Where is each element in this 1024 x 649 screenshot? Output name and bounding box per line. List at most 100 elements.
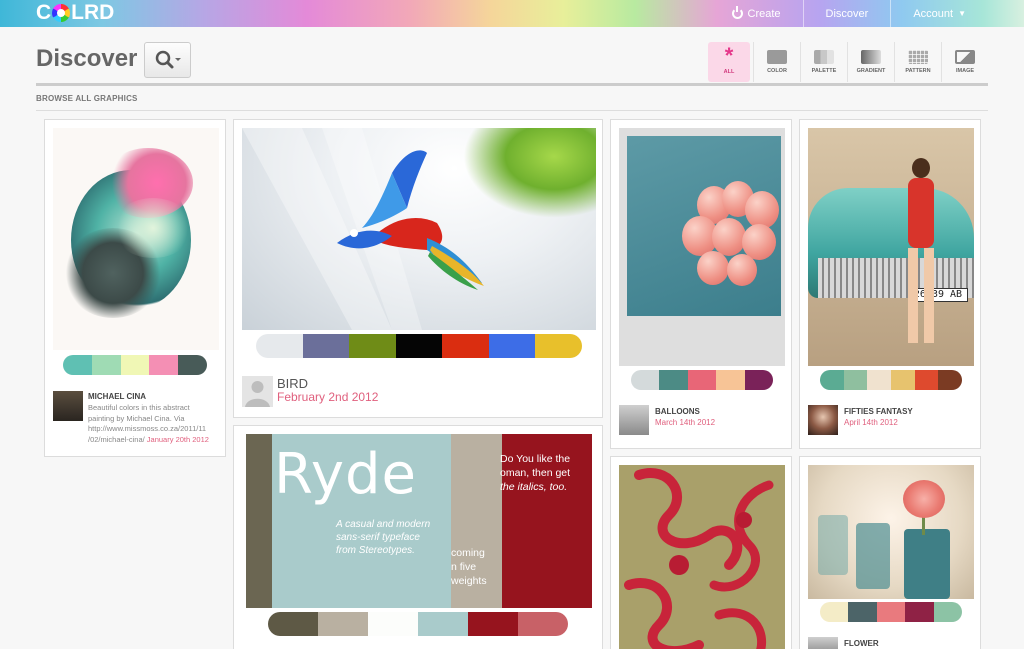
card-title[interactable]: BIRD <box>277 376 308 391</box>
image-icon <box>955 50 975 64</box>
red-line: Do You like the <box>500 453 571 465</box>
filter-bar: * ALL COLOR PALETTE GRADIENT PATTERN IMA… <box>708 42 988 82</box>
swatch[interactable] <box>468 612 518 636</box>
create-label: Create <box>747 7 781 20</box>
swatch[interactable] <box>744 370 773 390</box>
section-divider <box>36 110 988 111</box>
desc-url-tail: /02/michael-cina/ <box>88 434 145 444</box>
swatch[interactable] <box>914 370 939 390</box>
swatch[interactable] <box>905 602 934 622</box>
swatch[interactable] <box>120 355 150 375</box>
swatch[interactable] <box>867 370 892 390</box>
swatch[interactable] <box>349 334 396 358</box>
card-balloons[interactable]: BALLOONS March 14th 2012 <box>610 119 792 449</box>
card-flower[interactable]: FLOWER <box>799 456 981 649</box>
filter-image[interactable]: IMAGE <box>941 42 988 82</box>
card-title[interactable]: FIFTIES FANTASY <box>844 407 913 416</box>
swatch[interactable] <box>395 334 443 358</box>
swatch[interactable] <box>418 612 468 636</box>
card-bird[interactable]: BIRD February 2nd 2012 <box>233 119 603 418</box>
card-damask[interactable] <box>610 456 792 649</box>
swatch[interactable] <box>659 370 688 390</box>
filter-label: PATTERN <box>905 68 931 74</box>
card-ryde[interactable]: Ryde A casual and modern sans-serif type… <box>233 425 603 649</box>
asterisk-icon: * <box>724 43 734 68</box>
color-palette[interactable] <box>820 602 962 622</box>
color-wheel-icon <box>52 4 71 22</box>
card-date: January 20th 2012 <box>146 434 209 444</box>
ryde-title: Ryde <box>274 442 417 507</box>
card-michael-cina[interactable]: MICHAEL CINA Beautiful colors in this ab… <box>44 119 226 457</box>
card-date: February 2nd 2012 <box>277 390 379 404</box>
red-line: the italics, too. <box>500 481 568 493</box>
artwork-image[interactable] <box>808 465 974 599</box>
artwork-image[interactable] <box>53 128 219 350</box>
section-label: BROWSE ALL GRAPHICS <box>36 94 138 103</box>
swatch[interactable] <box>318 612 368 636</box>
artwork-image[interactable] <box>619 128 785 366</box>
swatch[interactable] <box>938 370 962 390</box>
swatch[interactable] <box>368 612 418 636</box>
swatch[interactable] <box>631 370 660 390</box>
swatch[interactable] <box>843 370 868 390</box>
power-icon <box>731 6 743 19</box>
ryde-tagline: A casual and modern sans-serif typeface … <box>336 518 430 557</box>
swatch[interactable] <box>687 370 717 390</box>
card-author[interactable]: MICHAEL CINA <box>88 392 146 401</box>
filter-label: PALETTE <box>811 68 837 74</box>
card-fifties-fantasy[interactable]: 26-39 AB FIFTIES FANTASY April 14th 2012 <box>799 119 981 449</box>
color-palette[interactable] <box>820 370 962 390</box>
filter-pattern[interactable]: PATTERN <box>894 42 941 82</box>
color-palette[interactable] <box>256 334 582 358</box>
ryde-red-text: Do You like the oman, then get the itali… <box>500 452 570 494</box>
search-icon <box>155 50 181 69</box>
artwork-image[interactable] <box>242 128 596 330</box>
swatch[interactable] <box>91 355 121 375</box>
swatch[interactable] <box>820 370 844 390</box>
artwork-image[interactable]: Ryde A casual and modern sans-serif type… <box>246 434 592 608</box>
swatch[interactable] <box>933 602 962 622</box>
colrd-logo[interactable]: C LRD <box>36 1 114 24</box>
avatar[interactable] <box>619 405 649 435</box>
artwork-image[interactable]: 26-39 AB <box>808 128 974 366</box>
filter-color[interactable]: COLOR <box>753 42 800 82</box>
swatch[interactable] <box>488 334 536 358</box>
filter-label: ALL <box>723 69 735 75</box>
pattern-grid-icon <box>908 50 928 64</box>
swatch[interactable] <box>442 334 489 358</box>
color-swatch-icon <box>767 50 787 64</box>
filter-gradient[interactable]: GRADIENT <box>847 42 894 82</box>
swatch[interactable] <box>876 602 906 622</box>
card-title[interactable]: FLOWER <box>844 639 879 648</box>
swatch[interactable] <box>518 612 568 636</box>
search-button[interactable] <box>144 42 191 78</box>
create-link[interactable]: Create <box>710 0 803 27</box>
swatch[interactable] <box>848 602 877 622</box>
swatch[interactable] <box>149 355 179 375</box>
artwork-image[interactable] <box>619 465 785 649</box>
avatar[interactable] <box>808 637 838 649</box>
filter-palette[interactable]: PALETTE <box>800 42 847 82</box>
card-title[interactable]: BALLOONS <box>655 407 700 416</box>
filter-all[interactable]: * ALL <box>708 42 750 82</box>
avatar-placeholder[interactable] <box>242 376 273 407</box>
account-menu[interactable]: Account ▼ <box>890 0 988 27</box>
color-palette[interactable] <box>631 370 773 390</box>
swatch[interactable] <box>268 612 318 636</box>
swatch[interactable] <box>256 334 303 358</box>
swatch[interactable] <box>535 334 582 358</box>
swatch[interactable] <box>820 602 849 622</box>
swatch[interactable] <box>178 355 207 375</box>
swatch[interactable] <box>716 370 745 390</box>
swatch[interactable] <box>63 355 92 375</box>
avatar[interactable] <box>53 391 83 421</box>
discover-link[interactable]: Discover <box>802 0 891 27</box>
swatch[interactable] <box>891 370 915 390</box>
color-palette[interactable] <box>268 612 568 636</box>
color-palette[interactable] <box>63 355 207 375</box>
tagline-line: A casual and modern <box>336 519 431 530</box>
swatch[interactable] <box>302 334 350 358</box>
avatar[interactable] <box>808 405 838 435</box>
side-line: coming <box>451 547 485 559</box>
filter-label: GRADIENT <box>856 68 886 74</box>
